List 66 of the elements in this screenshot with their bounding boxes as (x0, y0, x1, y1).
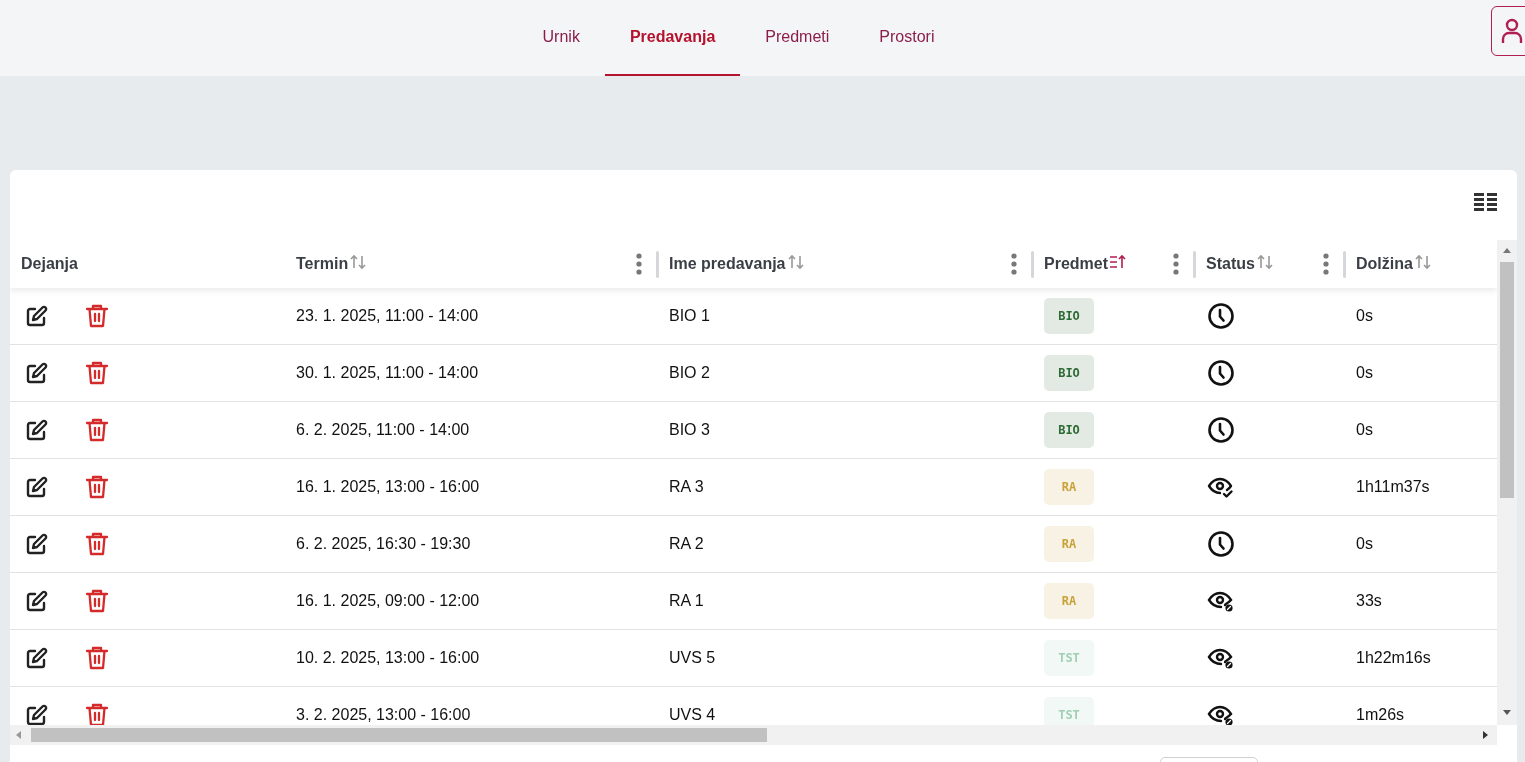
date-time-cell: 23. 1. 2025, 11:00 - 14:00 (296, 307, 479, 325)
duration-cell: 0s (1356, 535, 1373, 553)
duration-cell: 1h22m16s (1356, 649, 1431, 667)
date-time-cell: 30. 1. 2025, 11:00 - 14:00 (296, 364, 479, 382)
column-header[interactable]: Predmet (1044, 255, 1109, 273)
subject-tag: BIO (1044, 355, 1094, 391)
delete-icon[interactable] (85, 702, 109, 725)
lecture-name-cell: BIO 2 (669, 364, 710, 382)
delete-icon[interactable] (85, 531, 109, 557)
column-menu-icon[interactable] (1173, 253, 1179, 275)
subject-tag: TST (1044, 640, 1094, 676)
duration-cell: 0s (1356, 421, 1373, 439)
date-time-cell: 16. 1. 2025, 09:00 - 12:00 (296, 592, 480, 610)
date-time-cell: 6. 2. 2025, 11:00 - 14:00 (296, 421, 470, 439)
nav-tab[interactable]: Prostori (854, 0, 960, 76)
lecture-name-cell: UVS 4 (669, 706, 716, 724)
nav-tab[interactable]: Predavanja (604, 0, 741, 76)
vertical-scrollbar[interactable] (1497, 240, 1517, 725)
column-menu-icon[interactable] (1323, 253, 1329, 275)
horizontal-scrollbar[interactable] (10, 725, 1497, 745)
column-header[interactable]: Termin (296, 255, 349, 273)
lecture-name-cell: UVS 5 (669, 649, 716, 667)
subject-tag: TST (1044, 697, 1094, 725)
edit-icon[interactable] (25, 475, 49, 499)
date-time-cell: 10. 2. 2025, 13:00 - 16:00 (296, 649, 480, 667)
delete-icon[interactable] (85, 588, 109, 614)
column-header[interactable]: Ime predavanja (669, 255, 786, 273)
nav-tab[interactable]: Urnik (517, 0, 605, 76)
lecture-name-cell: RA 2 (669, 535, 704, 553)
lecture-name-cell: BIO 3 (669, 421, 710, 439)
delete-icon[interactable] (85, 474, 109, 500)
edit-icon[interactable] (25, 361, 49, 385)
column-header[interactable]: Dejanja (21, 255, 78, 273)
edit-icon[interactable] (25, 418, 49, 442)
columns-icon[interactable] (1474, 191, 1498, 211)
user-icon (1501, 18, 1523, 44)
duration-cell: 0s (1356, 307, 1373, 325)
subject-tag: RA (1044, 583, 1094, 619)
delete-icon[interactable] (85, 303, 109, 329)
column-menu-icon[interactable] (1011, 253, 1017, 275)
lecture-name-cell: RA 3 (669, 478, 704, 496)
subject-tag: BIO (1044, 298, 1094, 334)
date-time-cell: 16. 1. 2025, 13:00 - 16:00 (296, 478, 480, 496)
column-menu-icon[interactable] (636, 253, 642, 275)
nav-tab[interactable]: Predmeti (740, 0, 855, 76)
column-header[interactable]: Status (1206, 255, 1255, 273)
lecture-name-cell: RA 1 (669, 592, 704, 610)
subject-tag: RA (1044, 526, 1094, 562)
duration-cell: 0s (1356, 364, 1373, 382)
duration-cell: 1h11m37s (1356, 478, 1430, 496)
edit-icon[interactable] (25, 589, 49, 613)
delete-icon[interactable] (85, 645, 109, 671)
duration-cell: 1m26s (1356, 706, 1405, 724)
delete-icon[interactable] (85, 360, 109, 386)
delete-icon[interactable] (85, 417, 109, 443)
edit-icon[interactable] (25, 703, 49, 725)
duration-cell: 33s (1356, 592, 1382, 610)
column-header[interactable]: Dolžina (1356, 255, 1413, 273)
subject-tag: BIO (1044, 412, 1094, 448)
lecture-name-cell: BIO 1 (669, 307, 710, 325)
edit-icon[interactable] (25, 646, 49, 670)
date-time-cell: 3. 2. 2025, 13:00 - 16:00 (296, 706, 471, 724)
edit-icon[interactable] (25, 304, 49, 328)
subject-tag: RA (1044, 469, 1094, 505)
date-time-cell: 6. 2. 2025, 16:30 - 19:30 (296, 535, 471, 553)
edit-icon[interactable] (25, 532, 49, 556)
